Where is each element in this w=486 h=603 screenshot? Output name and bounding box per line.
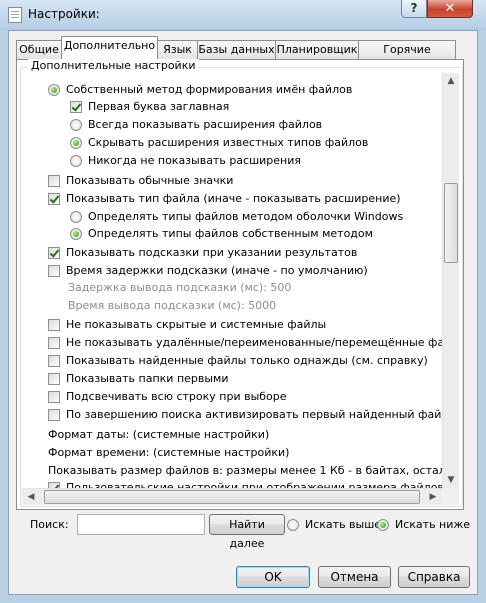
setting-label: Формат времени: (системные настройки) [48,446,290,459]
tab-scheduler[interactable]: Планировщик [275,40,359,60]
setting-label: Скрывать расширения известных типов файл… [88,136,369,149]
app-icon [8,7,22,23]
setting-label: Пользовательские настройки при отображен… [66,481,442,488]
radio-icon [70,119,82,131]
tab-hotkeys[interactable]: Горячие клавиши [358,40,456,74]
vertical-scrollbar[interactable] [442,73,459,488]
scroll-right-arrow-icon[interactable]: ▶ [426,491,440,503]
search-input[interactable] [77,514,205,535]
title-bar[interactable]: Настройки: ? ✕ [0,0,486,30]
ok-button[interactable]: OK [236,566,310,588]
setting-label: Показывать найденные файлы только однажд… [66,354,428,367]
help-title-button[interactable]: ? [401,0,427,18]
setting-label: Всегда показывать расширения файлов [88,118,323,131]
checkbox-icon [48,319,60,331]
setting-label: Показывать подсказки при указании резуль… [66,246,358,259]
tab-advanced[interactable]: Дополнительно [61,36,158,61]
setting-label: Определять типы файлов собственным метод… [88,227,373,240]
radio-icon [48,84,60,96]
search-up-radio-icon [287,519,299,531]
radio-icon [70,228,82,240]
setting-label: Показывать тип файла (иначе - показывать… [66,192,401,205]
setting-label: Формат даты: (системные настройки) [48,428,270,441]
search-label: Поиск: [30,518,69,531]
close-button[interactable]: ✕ [427,0,473,18]
find-next-button[interactable]: Найти далее [209,514,285,550]
cancel-button[interactable]: Отмена [318,566,391,588]
scroll-corner [442,488,459,505]
scroll-up-arrow-icon[interactable]: ▲ [444,75,458,87]
setting-label: По завершению поиска активизировать перв… [66,408,442,421]
checkbox-icon [48,265,60,277]
checkbox-icon [48,409,60,421]
setting-label: Показывать размер файлов в: размеры мене… [48,464,442,477]
tab-language[interactable]: Язык [157,40,198,60]
radio-icon [70,211,82,223]
setting-label: Показывать обычные значки [66,174,234,187]
checkbox-icon [48,175,60,187]
window-title: Настройки: [28,7,100,21]
checkbox-icon [48,355,60,367]
help-button[interactable]: Справка [398,566,470,588]
checkbox-icon [48,193,60,205]
setting-label: Определять типы файлов методом оболочки … [88,210,404,223]
setting-label: Не показывать скрытые и системные файлы [66,318,327,331]
setting-label: Подсвечивать всю строку при выборе [66,390,287,403]
setting-label: Первая буква заглавная [88,100,230,113]
setting-label: Никогда не показывать расширения [88,154,302,167]
setting-label: Не показывать удалённые/переименованные/… [66,336,442,349]
setting-label: Задержка вывода подсказки (мс): 500 [68,281,292,294]
search-down-radio[interactable]: Искать ниже [377,517,470,533]
settings-list: Собственный метод формирования имён файл… [22,80,442,488]
tab-general[interactable]: Общие [16,40,62,60]
checkbox-icon [70,101,82,113]
radio-icon [70,155,82,167]
search-up-label: Искать выше [305,518,382,531]
search-up-radio[interactable]: Искать выше [287,517,381,533]
checkbox-icon [48,373,60,385]
checkbox-icon [48,391,60,403]
scroll-left-arrow-icon[interactable]: ◀ [24,491,38,503]
setting-label: Время вывода подсказки (мс): 5000 [68,299,277,312]
scroll-down-arrow-icon[interactable]: ▼ [444,474,458,486]
setting-label: Показывать папки первыми [66,372,229,385]
group-title: Дополнительные настройки [28,59,199,72]
checkbox-icon [48,337,60,349]
setting-label: Собственный метод формирования имён файл… [66,83,353,96]
horizontal-scroll-thumb[interactable] [44,490,420,504]
radio-icon [70,137,82,149]
setting-label: Время задержки подсказки (иначе - по умо… [66,264,368,277]
checkbox-icon [48,247,60,259]
search-down-radio-icon [377,519,389,531]
tab-databases[interactable]: Базы данных [197,40,276,60]
vertical-scroll-thumb[interactable] [444,183,458,263]
search-down-label: Искать ниже [395,518,471,531]
